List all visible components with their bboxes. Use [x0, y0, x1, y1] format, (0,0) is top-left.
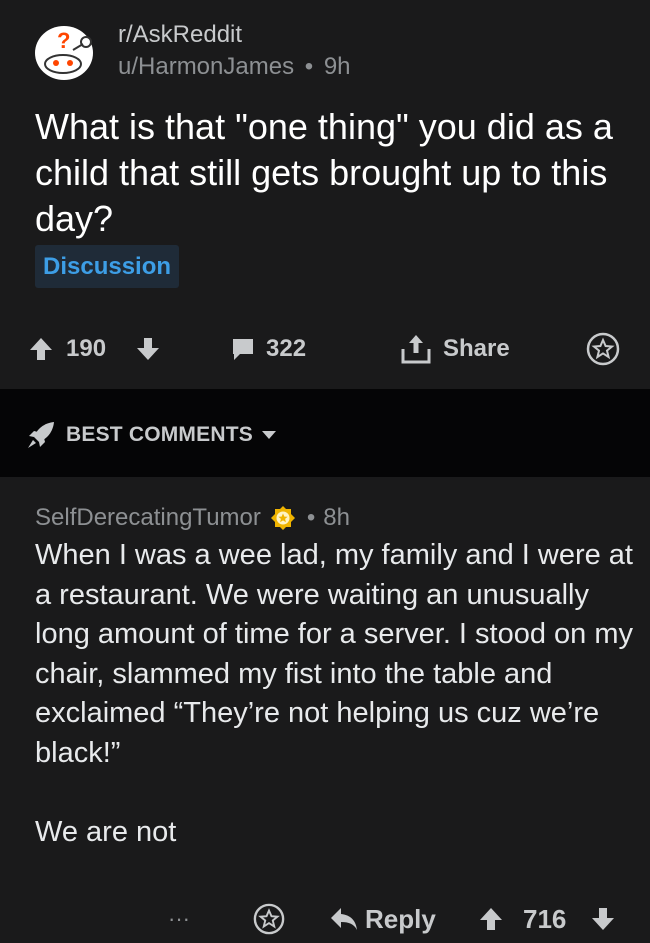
comment-count: 322	[266, 335, 307, 362]
comment-body: When I was a wee lad, my family and I we…	[35, 536, 635, 852]
comment-bubble-icon	[230, 336, 256, 362]
share-button[interactable]: Share	[399, 325, 510, 373]
post-title[interactable]: What is that "one thing" you did as a ch…	[35, 104, 625, 242]
save-button[interactable]	[586, 325, 620, 373]
comment-upvote-button[interactable]	[478, 895, 504, 943]
caret-down-icon	[261, 430, 277, 440]
comment-downvote-button[interactable]	[590, 895, 616, 943]
reply-arrow-icon	[329, 906, 359, 932]
comment-actions: ··· Reply 716	[0, 895, 650, 943]
award-badge-icon	[269, 504, 297, 532]
upvote-button[interactable]	[28, 325, 54, 373]
post-actions: 190 322 Share	[0, 325, 650, 373]
downvote-button[interactable]	[135, 325, 161, 373]
more-options-button[interactable]: ···	[168, 895, 190, 943]
svg-text:?: ?	[57, 28, 70, 53]
arrow-up-icon	[478, 906, 504, 932]
share-label: Share	[443, 335, 510, 362]
subreddit-name[interactable]: r/AskReddit	[118, 21, 242, 49]
reply-button[interactable]: Reply	[329, 895, 436, 943]
comment-header: SelfDerecatingTumor • 8h	[35, 503, 350, 533]
star-icon	[586, 332, 620, 366]
arrow-down-icon	[135, 336, 161, 362]
comment-age: 8h	[323, 504, 350, 531]
askreddit-snoo-icon[interactable]: ?	[33, 20, 99, 82]
comment-save-button[interactable]	[253, 895, 285, 943]
reply-label: Reply	[365, 903, 436, 934]
post-author[interactable]: u/HarmonJames	[118, 53, 294, 80]
comment-paragraph: When I was a wee lad, my family and I we…	[35, 539, 634, 769]
meta-separator: •	[306, 504, 316, 531]
share-icon	[399, 332, 433, 366]
arrow-up-icon	[28, 336, 54, 362]
arrow-down-icon	[590, 906, 616, 932]
comments-button[interactable]: 322	[230, 325, 306, 373]
star-icon	[253, 903, 285, 935]
comment-paragraph: We are not	[35, 815, 177, 848]
comment-author[interactable]: SelfDerecatingTumor	[35, 504, 261, 532]
post-meta: u/HarmonJames • 9h	[118, 53, 351, 81]
meta-separator: •	[304, 53, 314, 80]
comment-score: 716	[523, 903, 567, 934]
post-age: 9h	[323, 53, 351, 80]
rocket-icon	[26, 420, 56, 450]
sort-dropdown[interactable]: BEST COMMENTS	[26, 420, 277, 450]
post-flair[interactable]: Discussion	[35, 245, 180, 288]
sort-label: BEST COMMENTS	[66, 423, 253, 446]
post-score: 190	[66, 335, 107, 362]
